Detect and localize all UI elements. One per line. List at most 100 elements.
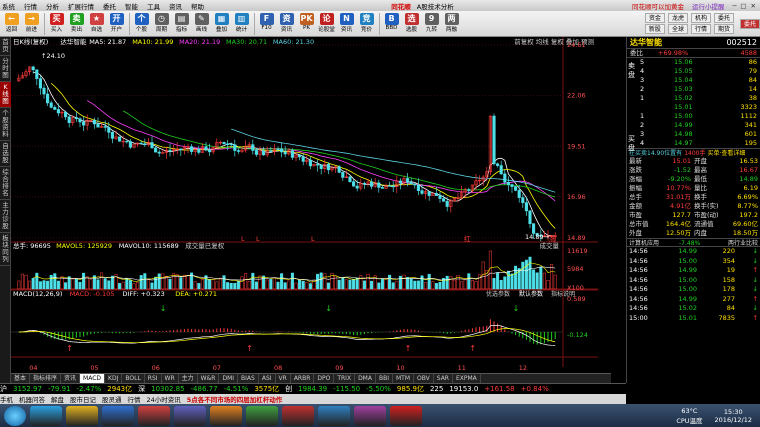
toolbar-button[interactable]: 开开户 xyxy=(107,12,126,36)
quick-link-button[interactable]: 行情 xyxy=(690,24,711,34)
indicator-tab[interactable]: MTM xyxy=(393,374,415,383)
info-link[interactable]: 行情 xyxy=(128,394,141,404)
macd-option-button[interactable]: 优选参数 xyxy=(486,290,510,298)
close-icon[interactable]: ✕ xyxy=(751,2,756,10)
ad-link[interactable]: 运行小提醒 xyxy=(692,1,725,11)
toolbar-button[interactable]: N 资讯 xyxy=(337,12,356,36)
quick-link-button[interactable]: 机构 xyxy=(690,13,711,23)
indicator-tab[interactable]: W&R xyxy=(198,374,220,383)
indicator-tab[interactable]: ARBR xyxy=(291,374,315,383)
taskbar-app-icon[interactable] xyxy=(210,405,242,426)
macd-option-button[interactable]: 默认参数 xyxy=(519,290,543,298)
toolbar-button[interactable]: ← 返回 xyxy=(2,12,21,36)
taskbar-app-icon[interactable] xyxy=(30,405,62,426)
toolbar-button[interactable]: 竞竞价 xyxy=(357,12,376,36)
taskbar-app-icon[interactable] xyxy=(246,405,278,426)
menu-item[interactable]: 委托 xyxy=(103,1,116,11)
toolbar-button[interactable]: ★ 自选 xyxy=(87,12,106,36)
info-link[interactable]: 股灵通 xyxy=(102,394,122,404)
chart-canvas[interactable]: 日K线(复权) 达华智能 MA5: 21.87 MA10: 21.99 MA20: 21… xyxy=(11,37,598,383)
sidebar-tab[interactable]: 板块同列 xyxy=(0,233,11,266)
industry-row[interactable]: 计算机应用 -7.48% 两行业比较 xyxy=(627,238,760,247)
order-hint-row[interactable]: 在买卖14.90位置有 1400手 买单·查看详细 xyxy=(627,148,760,157)
info-link[interactable]: 股市日记 xyxy=(70,394,96,404)
menu-item[interactable]: 资讯 xyxy=(169,1,182,11)
info-link[interactable]: 机器问答 xyxy=(19,394,45,404)
indicator-tab[interactable]: BIAS xyxy=(238,374,259,383)
quick-link-button[interactable]: 龙虎 xyxy=(667,13,688,23)
menu-item[interactable]: 行情 xyxy=(24,1,37,11)
toolbar-button[interactable]: ◷ 周期 xyxy=(152,12,171,36)
toolbar-button[interactable]: ▤ 指标 xyxy=(172,12,191,36)
menu-item[interactable]: 帮助 xyxy=(191,1,204,11)
quick-link-button[interactable]: 资金 xyxy=(644,13,665,23)
info-link[interactable]: 5点各不同市场的四层加杠杆动作 xyxy=(187,394,283,404)
order-hint-link[interactable]: 买单·查看详细 xyxy=(707,149,745,157)
industry-compare[interactable]: 两行业比较 xyxy=(728,239,758,247)
sidebar-tab[interactable]: 个股资料 xyxy=(0,108,11,141)
indicator-tab[interactable]: RSI xyxy=(145,374,162,383)
taskbar-app-icon[interactable] xyxy=(282,405,314,426)
toolbar-button[interactable]: ▥ 统计 xyxy=(232,12,251,36)
taskbar-app-icon[interactable] xyxy=(354,405,386,426)
indicator-tab[interactable]: SAR xyxy=(434,374,453,383)
indicator-tab[interactable]: KDJ xyxy=(105,374,123,383)
indicator-tab[interactable]: 资讯 xyxy=(61,374,81,383)
info-link[interactable]: 手机 xyxy=(0,394,13,404)
maximize-icon[interactable]: □ xyxy=(740,2,746,10)
indicator-tab[interactable]: OBV xyxy=(414,374,434,383)
sidebar-tab[interactable]: 综合排名 xyxy=(0,167,11,200)
toolbar-button[interactable]: 两两融 xyxy=(442,12,461,36)
taskbar-app-icon[interactable] xyxy=(174,405,206,426)
indicator-tab[interactable]: DPO xyxy=(314,374,335,383)
indicator-tab[interactable]: BOLL xyxy=(122,374,145,383)
quick-link-button[interactable]: 委托 xyxy=(713,13,734,23)
menu-item[interactable]: 扩展行情 xyxy=(68,1,94,11)
kline-chart[interactable]: 日K线(复权) 达华智能 MA5: 21.87 MA10: 21.99 MA20: 21… xyxy=(11,37,598,383)
start-button[interactable] xyxy=(4,405,26,426)
toolbar-button[interactable]: 选选股 xyxy=(402,12,421,36)
sidebar-tab[interactable]: 分时图 xyxy=(0,56,11,82)
indicator-tab[interactable]: 主力 xyxy=(179,374,198,383)
indicator-tab[interactable]: TRIX xyxy=(334,374,356,383)
toolbar-button[interactable]: ✎ 画线 xyxy=(192,12,211,36)
volume-button[interactable]: 成交量 xyxy=(540,241,560,250)
info-link[interactable]: 解盘 xyxy=(51,394,64,404)
taskbar-app-icon[interactable] xyxy=(102,405,134,426)
toolbar-button[interactable]: → 前进 xyxy=(22,12,41,36)
indicator-tab[interactable]: DMA xyxy=(355,374,376,383)
trade-button[interactable]: 委托 xyxy=(739,18,760,29)
indicator-tab[interactable]: 指标排序 xyxy=(30,374,62,383)
toolbar-button[interactable]: 9 九转 xyxy=(422,12,441,36)
sidebar-tab[interactable]: K线图 xyxy=(0,82,11,108)
clock[interactable]: 15:30 2016/12/12 xyxy=(715,408,752,424)
ad-link[interactable]: 同花顺可以加黄金 xyxy=(632,1,684,11)
minimize-icon[interactable]: ─ xyxy=(732,2,736,10)
quick-link-button[interactable]: 全球 xyxy=(667,24,688,34)
indicator-tab[interactable]: EXPMA xyxy=(453,374,481,383)
sidebar-tab[interactable]: 主力诊股 xyxy=(0,200,11,233)
menu-item[interactable]: 系统 xyxy=(2,1,15,11)
toolbar-button[interactable]: 资资讯 xyxy=(277,12,296,36)
toolbar-button[interactable]: 卖卖出 xyxy=(67,12,86,36)
indicator-tab[interactable]: MACD xyxy=(80,374,106,383)
menu-item[interactable]: 工具 xyxy=(147,1,160,11)
indicator-tab[interactable]: DMI xyxy=(219,374,239,383)
toolbar-button[interactable]: 买买入 xyxy=(47,12,66,36)
toolbar-button[interactable]: PK PK xyxy=(297,12,316,36)
indicator-tab[interactable]: WR xyxy=(162,374,179,383)
info-link[interactable]: 24小时资讯 xyxy=(147,394,181,404)
quick-link-button[interactable]: 新股 xyxy=(644,24,665,34)
indicator-tab[interactable]: BBI xyxy=(376,374,393,383)
indicator-tab[interactable]: 基本 xyxy=(11,374,31,383)
toolbar-button[interactable]: 论论股堂 xyxy=(317,12,336,36)
sidebar-tab[interactable]: 自选股 xyxy=(0,141,11,167)
indicator-tab[interactable]: VR xyxy=(276,374,291,383)
taskbar-app-icon[interactable] xyxy=(390,405,422,426)
taskbar-app-icon[interactable] xyxy=(318,405,350,426)
quick-link-button[interactable]: 期货 xyxy=(713,24,734,34)
menu-item[interactable]: 智能 xyxy=(125,1,138,11)
sidebar-tab[interactable]: 首页 xyxy=(0,37,11,56)
indicator-tab[interactable]: ASI xyxy=(259,374,276,383)
toolbar-button[interactable]: F F10 xyxy=(257,12,276,36)
